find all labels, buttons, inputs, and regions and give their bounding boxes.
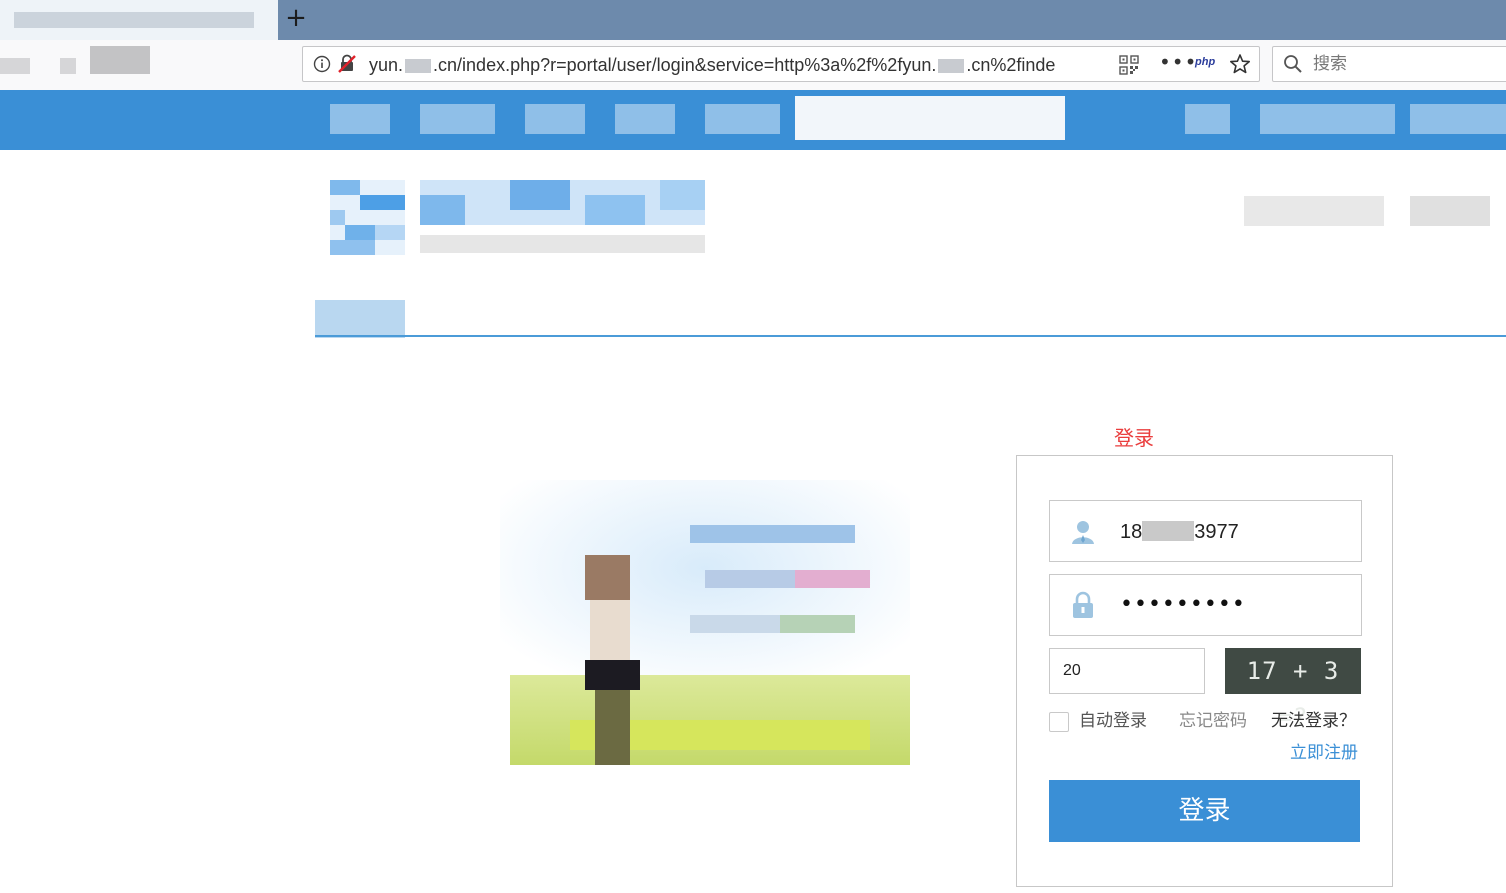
url-bar[interactable]: yun. .cn/index.php?r=portal/user/login&se…: [302, 46, 1260, 82]
forgot-password-link[interactable]: 忘记密码: [1179, 709, 1247, 733]
captcha-input[interactable]: 20: [1049, 648, 1205, 694]
php-extension-icon[interactable]: php: [1195, 56, 1215, 68]
insecure-connection-icon[interactable]: [337, 54, 357, 74]
reload-button-blurred[interactable]: [90, 46, 150, 74]
nav-item-blurred[interactable]: [420, 104, 495, 134]
search-icon: [1284, 55, 1302, 73]
browser-tab-active[interactable]: [0, 0, 278, 40]
section-divider: [315, 335, 1506, 337]
login-panel: 18 3977 ••••••••• 20 17 + 3 =? 自动登录 忘记密码 …: [1016, 455, 1393, 887]
site-logo-text-blurred: [420, 180, 705, 253]
nav-item-blurred[interactable]: [615, 104, 675, 134]
info-icon[interactable]: [313, 55, 331, 73]
url-redacted: [405, 59, 432, 74]
breadcrumb-blurred: [315, 300, 405, 338]
more-icon[interactable]: •••: [1159, 52, 1196, 73]
tab-title-blurred: [14, 12, 254, 28]
username-redacted: [1142, 521, 1195, 541]
search-placeholder: 搜索: [1313, 54, 1347, 74]
auto-login-label[interactable]: 自动登录: [1079, 709, 1147, 733]
password-field[interactable]: •••••••••: [1049, 574, 1362, 636]
nav-item-blurred[interactable]: [1185, 104, 1230, 134]
login-title: 登录: [1114, 426, 1154, 450]
site-nav-bar: [0, 90, 1506, 150]
forward-button-blurred[interactable]: [60, 58, 76, 74]
login-button[interactable]: 登录: [1049, 780, 1360, 842]
captcha-image[interactable]: 17 + 3 =?: [1225, 648, 1361, 731]
user-icon: [1072, 521, 1094, 544]
back-button-blurred[interactable]: [0, 58, 30, 74]
nav-item-blurred[interactable]: [330, 104, 390, 134]
password-value: •••••••••: [1120, 592, 1246, 617]
username-field[interactable]: 18 3977: [1049, 500, 1362, 562]
browser-search-bar[interactable]: 搜索: [1272, 46, 1506, 82]
nav-item-blurred[interactable]: [1260, 104, 1395, 134]
lock-icon: [1073, 591, 1093, 618]
url-redacted-2: [938, 59, 965, 74]
nav-item-blurred[interactable]: [525, 104, 585, 134]
nav-item-blurred[interactable]: [1410, 104, 1506, 134]
bookmark-star-icon[interactable]: [1229, 53, 1251, 75]
register-link[interactable]: 立即注册: [1290, 741, 1358, 765]
auto-login-checkbox[interactable]: [1049, 712, 1069, 732]
site-logo-icon: [330, 180, 405, 255]
qr-code-icon[interactable]: [1119, 55, 1139, 75]
new-tab-button[interactable]: +: [284, 4, 308, 32]
cannot-login-link[interactable]: 无法登录？: [1271, 709, 1356, 733]
url-text[interactable]: yun. .cn/index.php?r=portal/user/login&se…: [369, 53, 1089, 77]
header-links-blurred[interactable]: [1244, 196, 1506, 226]
url-tail: .cn%2finde: [966, 55, 1056, 75]
url-prefix: yun.: [369, 55, 404, 75]
login-illustration-blurred: [500, 480, 910, 765]
username-value: 18 3977: [1120, 521, 1239, 543]
url-path: .cn/index.php?r=portal/user/login&servic…: [433, 55, 937, 75]
nav-item-blurred[interactable]: [705, 104, 780, 134]
nav-item-active-blurred[interactable]: [795, 96, 1065, 140]
